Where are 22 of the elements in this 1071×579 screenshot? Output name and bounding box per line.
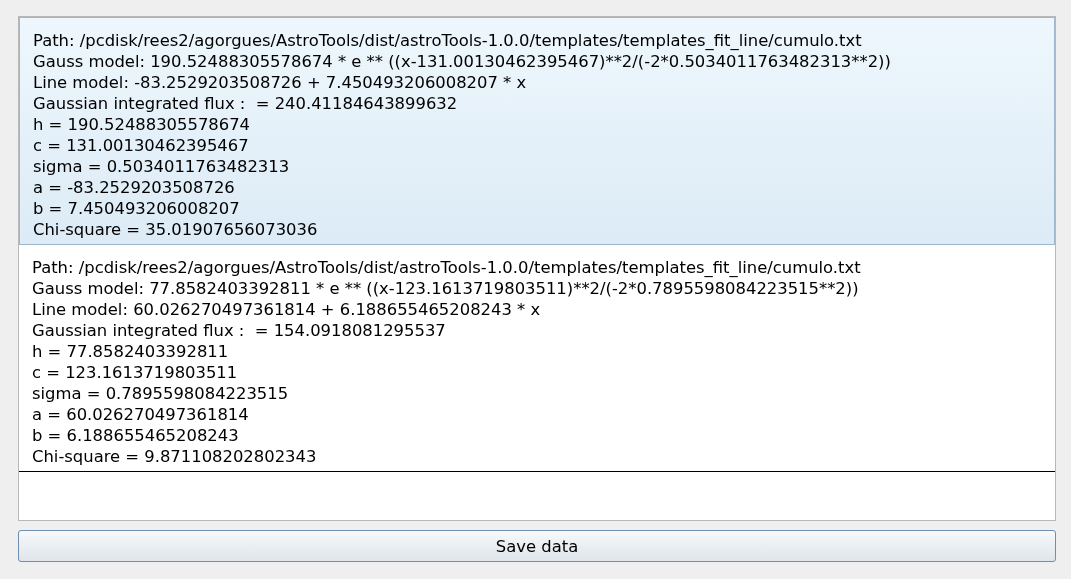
result-line: h = 77.8582403392811 — [32, 341, 230, 362]
result-line: c = 131.00130462395467 — [33, 135, 250, 156]
result-line: a = -83.2529203508726 — [33, 177, 236, 198]
result-line: Gaussian integrated flux : = 154.0918081295537 — [32, 320, 447, 341]
result-line: sigma = 0.7895598084223515 — [32, 383, 290, 404]
result-line: Chi-square = 9.871108202802343 — [32, 446, 318, 467]
result-line: sigma = 0.5034011763482313 — [33, 156, 291, 177]
result-line: Path: /pcdisk/rees2/agorgues/AstroTools/dist/astroTools-1.0.0/templates/templates_fit_line/cumulo.txt — [32, 257, 862, 278]
result-line: Line model: 60.026270497361814 + 6.188655465208243 * x — [32, 299, 542, 320]
result-line: Gaussian integrated flux : = 240.41184643899632 — [33, 93, 459, 114]
result-line: c = 123.1613719803511 — [32, 362, 239, 383]
result-line: b = 6.188655465208243 — [32, 425, 240, 446]
result-line: Gauss model: 190.52488305578674 * e ** ((x-131.00130462395467)**2/(-2*0.5034011763482313**2)) — [33, 51, 892, 72]
result-line: Line model: -83.2529203508726 + 7.450493206008207 * x — [33, 72, 528, 93]
result-line: Gauss model: 77.8582403392811 * e ** ((x-123.1613719803511)**2/(-2*0.7895598084223515**2)) — [32, 278, 860, 299]
result-line: Chi-square = 35.01907656073036 — [33, 219, 319, 240]
result-line: a = 60.026270497361814 — [32, 404, 250, 425]
result-line: h = 190.52488305578674 — [33, 114, 252, 135]
result-item[interactable] — [19, 17, 1055, 245]
save-button[interactable]: Save data — [18, 530, 1056, 562]
result-line: Path: /pcdisk/rees2/agorgues/AstroTools/dist/astroTools-1.0.0/templates/templates_fit_line/cumulo.txt — [33, 30, 863, 51]
result-line: b = 7.450493206008207 — [33, 198, 241, 219]
